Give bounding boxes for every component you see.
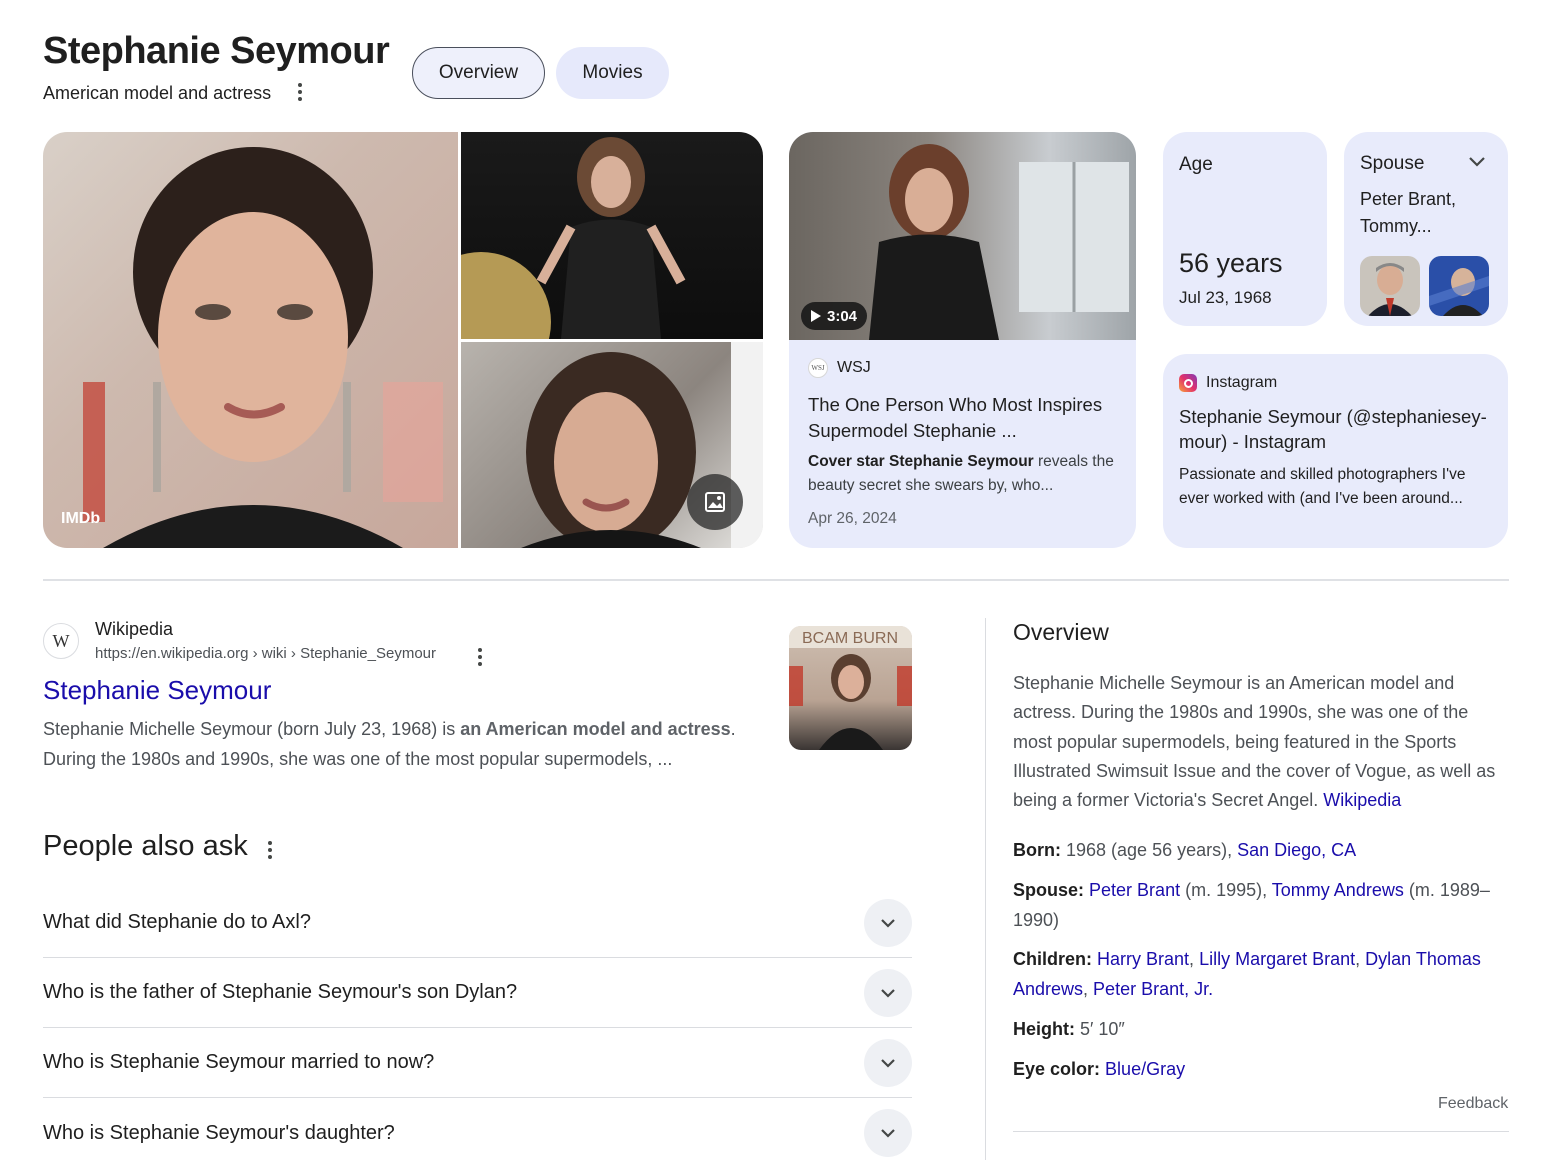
overview-description: Stephanie Michelle Seymour is an America…	[1013, 669, 1509, 815]
play-icon	[811, 310, 821, 322]
runway-illustration	[461, 137, 686, 339]
fact-children: Children: Harry Brant, Lilly Margaret Br…	[1013, 949, 1481, 999]
birthplace-link[interactable]: San Diego, CA	[1237, 840, 1356, 860]
video-title[interactable]: The One Person Who Most Inspires Supermo…	[808, 392, 1118, 444]
child-link[interactable]: Harry Brant	[1097, 949, 1189, 969]
chevron-down-icon[interactable]	[864, 1038, 912, 1087]
tab-overview[interactable]: Overview	[412, 47, 545, 99]
result-more-options-icon[interactable]	[470, 645, 490, 669]
main-photo[interactable]: IMDb	[43, 132, 458, 548]
spouse-names: Peter Brant, Tommy...	[1360, 189, 1457, 236]
paa-question-text: Who is Stephanie Seymour married to now?	[43, 1051, 435, 1073]
panel-bottom-divider	[1013, 1131, 1509, 1132]
section-divider	[43, 579, 1509, 581]
portrait-photo-2[interactable]	[461, 342, 763, 548]
child-link[interactable]: Lilly Margaret Brant	[1199, 949, 1355, 969]
result-snippet-start: Stephanie Michelle Seymour (born July 23…	[43, 719, 461, 739]
video-source: WSJ WSJ	[808, 358, 871, 378]
video-snippet: Cover star Stephanie Seymour reveals the…	[808, 450, 1118, 498]
fact-text: 1968 (age 56 years),	[1061, 840, 1238, 860]
fact-label: Children:	[1013, 949, 1092, 969]
wsj-icon: WSJ	[808, 358, 828, 378]
age-card[interactable]: Age 56 years Jul 23, 1968	[1163, 132, 1327, 326]
fact-eye-color: Eye color: Blue/Gray	[1013, 1054, 1509, 1084]
fact-label: Spouse:	[1013, 880, 1085, 900]
panel-divider	[985, 618, 986, 1160]
instagram-card[interactable]: Instagram Stephanie Seymour (@stephanies…	[1163, 354, 1508, 548]
wikipedia-icon[interactable]: W	[43, 623, 79, 659]
instagram-source-name: Instagram	[1206, 374, 1278, 391]
fact-height: Height: 5′ 10″	[1013, 1014, 1509, 1044]
chevron-down-icon[interactable]	[864, 898, 912, 947]
instagram-source: Instagram	[1179, 374, 1277, 392]
video-date: Apr 26, 2024	[808, 510, 897, 527]
image-gallery: IMDb	[43, 132, 763, 548]
eye-color-link[interactable]: Blue/Gray	[1105, 1059, 1185, 1079]
spouse-avatar-2[interactable]	[1429, 256, 1489, 316]
result-thumbnail[interactable]: BCAM BURN	[789, 626, 912, 750]
paa-question[interactable]: Who is Stephanie Seymour married to now?	[43, 1028, 912, 1098]
overview-description-text: Stephanie Michelle Seymour is an America…	[1013, 673, 1496, 811]
paa-question[interactable]: What did Stephanie do to Axl?	[43, 888, 912, 958]
result-url[interactable]: https://en.wikipedia.org › wiki › Stepha…	[95, 645, 436, 662]
spouse-label: Spouse	[1360, 153, 1425, 174]
overview-heading: Overview	[1013, 619, 1109, 645]
chevron-down-icon[interactable]	[864, 968, 912, 1017]
paa-question[interactable]: Who is the father of Stephanie Seymour's…	[43, 958, 912, 1028]
chevron-down-icon[interactable]	[1468, 156, 1486, 168]
instagram-icon	[1179, 374, 1197, 392]
result-snippet-bold: an American model and actress	[460, 719, 731, 739]
paa-more-options-icon[interactable]	[260, 838, 280, 862]
spouse-link-2[interactable]: Tommy Andrews	[1272, 880, 1404, 900]
age-value: 56 years	[1179, 248, 1283, 278]
instagram-snippet: Passionate and skilled photographers I'v…	[1179, 466, 1466, 507]
paa-question-text: What did Stephanie do to Axl?	[43, 911, 311, 933]
birth-date: Jul 23, 1968	[1179, 288, 1272, 307]
video-thumbnail[interactable]: 3:04	[789, 132, 1136, 340]
spouse-avatar-1[interactable]	[1360, 256, 1420, 316]
video-snippet-bold: Cover star Stephanie Seymour	[808, 453, 1034, 470]
image-search-icon[interactable]	[687, 474, 743, 530]
fact-text: 5′ 10″	[1075, 1019, 1125, 1039]
feedback-link[interactable]: Feedback	[1438, 1095, 1508, 1113]
video-duration-badge: 3:04	[801, 302, 868, 330]
spouse-link-1[interactable]: Peter Brant	[1089, 880, 1180, 900]
fact-label: Eye color:	[1013, 1059, 1101, 1079]
fact-born: Born: 1968 (age 56 years), San Diego, CA	[1013, 835, 1509, 865]
video-duration: 3:04	[827, 307, 858, 325]
portrait-illustration	[83, 147, 443, 548]
result-site-name[interactable]: Wikipedia	[95, 619, 173, 640]
video-source-name: WSJ	[837, 359, 871, 376]
paa-question-text: Who is the father of Stephanie Seymour's…	[43, 981, 518, 1003]
spouse-card[interactable]: Spouse Peter Brant, Tommy...	[1344, 132, 1508, 326]
people-also-ask-heading: People also ask	[43, 830, 248, 862]
image-source-label: IMDb	[61, 510, 101, 527]
overview-source-link[interactable]: Wikipedia	[1323, 790, 1401, 810]
result-snippet: Stephanie Michelle Seymour (born July 23…	[43, 714, 783, 774]
instagram-title[interactable]: Stephanie Seymour (@stephaniesey­mour) -…	[1179, 404, 1499, 454]
page-title: Stephanie Seymour	[43, 30, 390, 72]
fact-label: Born:	[1013, 840, 1061, 860]
result-title-link[interactable]: Stephanie Seymour	[43, 675, 271, 706]
tab-movies[interactable]: Movies	[556, 47, 669, 99]
child-link[interactable]: Peter Brant, Jr.	[1093, 979, 1213, 999]
more-options-icon[interactable]	[290, 80, 310, 104]
fact-text: (m. 1995),	[1180, 880, 1272, 900]
chevron-down-icon[interactable]	[864, 1109, 912, 1157]
runway-photo[interactable]	[461, 132, 763, 339]
paa-question[interactable]: Who is Stephanie Seymour's daughter?	[43, 1098, 912, 1160]
age-label: Age	[1179, 154, 1213, 175]
fact-label: Height:	[1013, 1019, 1075, 1039]
video-card[interactable]: 3:04 WSJ WSJ The One Person Who Most Ins…	[789, 132, 1136, 548]
paa-question-text: Who is Stephanie Seymour's daughter?	[43, 1121, 395, 1144]
thumbnail-text: BCAM BURN	[802, 630, 898, 647]
page-subtitle: American model and actress	[43, 83, 272, 103]
fact-spouse: Spouse: Peter Brant (m. 1995), Tommy And…	[1013, 875, 1509, 935]
